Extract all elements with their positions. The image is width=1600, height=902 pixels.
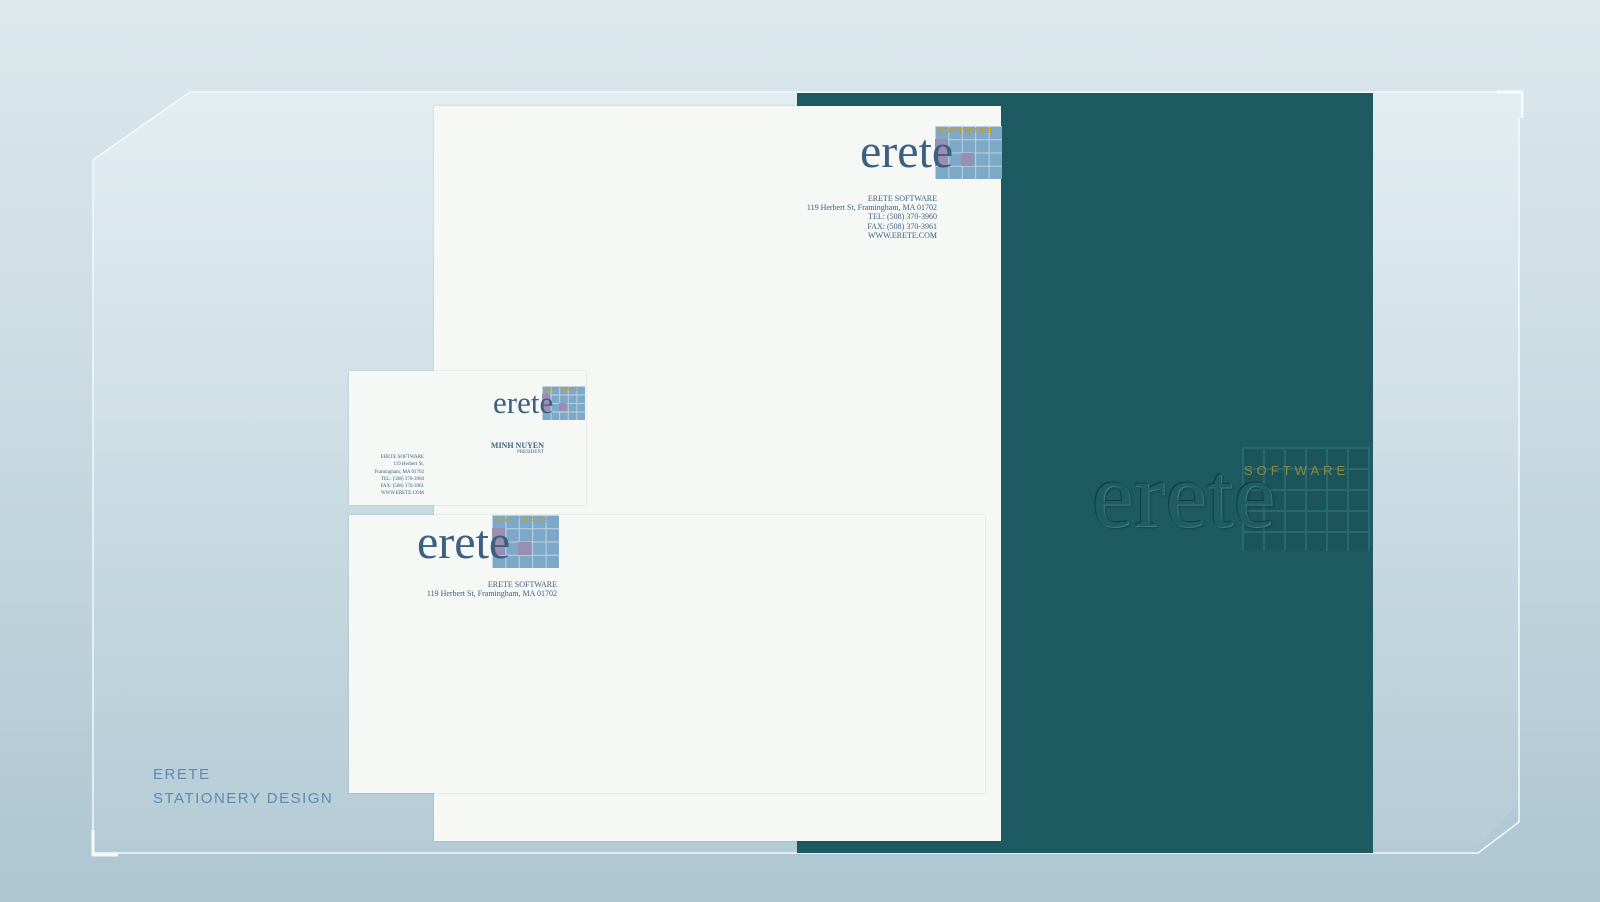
letterhead-logo: erete SOFTWARE [860, 126, 1002, 182]
card-person: MINH NUYEN PRESIDENT [491, 441, 544, 456]
card-person-title: PRESIDENT [517, 450, 544, 456]
envelope-logo: erete SOFTWARE [417, 515, 559, 571]
letterhead-logo-word: erete [860, 125, 954, 178]
letterhead-address: ERETE SOFTWARE 119 Herbert St, Framingha… [807, 194, 937, 240]
card-address: ERETE SOFTWARE 119 Herbert St, Framingha… [374, 454, 424, 498]
envelope: erete SOFTWARE ERETE SOFTWARE 119 Herber… [349, 515, 985, 793]
card-address-line: FAX: (508) 370-3961 [380, 484, 424, 489]
envelope-address: ERETE SOFTWARE 119 Herbert St, Framingha… [427, 580, 557, 598]
caption-subtitle: STATIONERY DESIGN [153, 790, 334, 807]
card-logo: erete SOFTWARE [493, 386, 585, 422]
card-address-line: Framingham, MA 01702 [374, 469, 424, 475]
letterhead-address-line: TEL: (508) 370-3960 [868, 212, 937, 222]
envelope-logo-sub: SOFTWARE [495, 517, 551, 524]
letterhead-address-line: WWW.ERETE.COM [867, 230, 937, 240]
card-address-line: TEL: (508) 370-3960 [380, 476, 424, 482]
caption: ERETE STATIONERY DESIGN [153, 763, 333, 811]
envelope-address-line: 119 Herbert St, Framingham, MA 01702 [426, 589, 557, 599]
card-address-line: ERETE SOFTWARE [380, 455, 424, 460]
caption-brand: ERETE [153, 766, 211, 783]
letterhead-address-line: 119 Herbert St, Framingham, MA 01702 [806, 203, 937, 213]
showcase-frame: erete SOFTWARE erete SOFTWARE ERETE SOFT… [0, 0, 1600, 902]
folder-logo-sub: SOFTWARE [1244, 463, 1350, 478]
letterhead-logo-sub: SOFTWARE [938, 128, 994, 135]
card-logo-sub: SOFTWARE [543, 387, 580, 393]
card-address-line: 119 Herbert St, [393, 462, 424, 468]
envelope-address-line: ERETE SOFTWARE [487, 580, 557, 589]
business-card: erete SOFTWARE MINH NUYEN PRESIDENT ERET… [349, 371, 586, 505]
letterhead-address-line: ERETE SOFTWARE [867, 194, 937, 203]
card-person-name: MINH NUYEN [490, 441, 544, 450]
envelope-logo-word: erete [417, 516, 511, 569]
card-address-line: WWW.ERETE.COM [380, 491, 424, 497]
letterhead-address-line: FAX: (508) 370-3961 [867, 221, 937, 231]
folder-logo: erete SOFTWARE [1092, 447, 1382, 557]
